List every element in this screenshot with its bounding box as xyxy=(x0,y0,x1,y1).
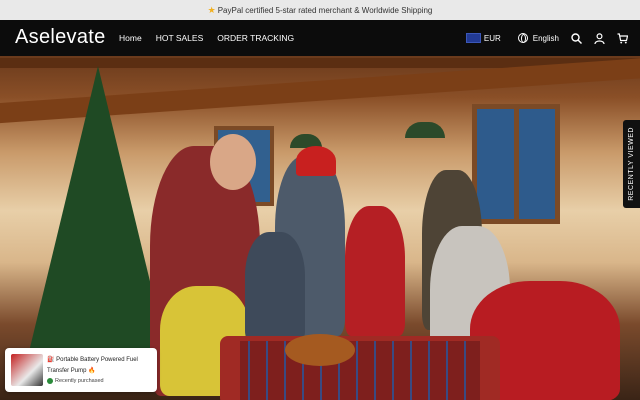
toast-status: Recently purchased xyxy=(47,376,157,387)
currency-selector[interactable]: EUR xyxy=(484,34,501,43)
header-nav: Aselevate Home HOT SALES ORDER TRACKING … xyxy=(0,20,640,56)
globe-icon[interactable] xyxy=(517,33,528,43)
cart-icon[interactable] xyxy=(617,32,629,44)
toast-product-name[interactable]: ⛽ Portable Battery Powered Fuel Transfer… xyxy=(47,355,157,376)
eu-flag-icon[interactable] xyxy=(465,33,481,43)
language-selector[interactable]: English xyxy=(533,34,559,43)
main-menu: Home HOT SALES ORDER TRACKING xyxy=(119,20,308,56)
roast-turkey xyxy=(285,334,355,366)
header-actions: EUR English xyxy=(465,20,629,56)
menu-item-order-tracking[interactable]: ORDER TRACKING xyxy=(217,33,294,43)
product-thumbnail xyxy=(11,354,43,386)
christmas-tree xyxy=(28,66,168,356)
recently-viewed-label: RECENTLY VIEWED xyxy=(628,127,635,201)
check-icon xyxy=(47,377,53,384)
search-icon[interactable] xyxy=(571,32,582,44)
announcement-bar: ★ PayPal certified 5-star rated merchant… xyxy=(0,0,640,20)
menu-item-hot-sales[interactable]: HOT SALES xyxy=(156,33,204,43)
menu-item-home[interactable]: Home xyxy=(119,33,142,43)
site-logo[interactable]: Aselevate xyxy=(15,26,106,49)
announcement-text: PayPal certified 5-star rated merchant &… xyxy=(217,5,433,15)
account-icon[interactable] xyxy=(594,32,605,44)
star-icon: ★ xyxy=(207,4,216,15)
recent-purchase-popup[interactable]: ⛽ Portable Battery Powered Fuel Transfer… xyxy=(5,348,157,392)
recently-viewed-tab[interactable]: RECENTLY VIEWED xyxy=(623,120,640,208)
